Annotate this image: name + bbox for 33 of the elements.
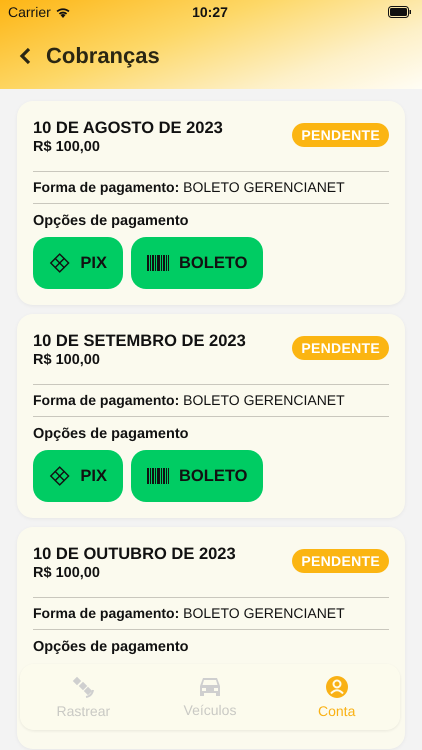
payment-method-text: Forma de pagamento: BOLETO GERENCIANET <box>33 178 346 197</box>
charge-date: 10 DE SETEMBRO DE 2023 <box>33 332 246 351</box>
wifi-icon <box>54 6 71 18</box>
options-title: Opções de pagamento <box>33 425 190 444</box>
status-badge: PENDENTE <box>292 336 389 360</box>
back-icon <box>18 47 32 65</box>
person-icon <box>324 675 349 699</box>
status-badge: PENDENTE <box>292 549 389 573</box>
options-title: Opções de pagamento <box>33 212 190 231</box>
boleto-button[interactable]: BOLETO <box>131 237 264 289</box>
clock-time: 10:27 <box>192 4 228 20</box>
barcode-icon <box>147 468 169 484</box>
status-badge: PENDENTE <box>292 123 389 147</box>
pix-icon <box>49 251 70 275</box>
charge-date: 10 DE AGOSTO DE 2023 <box>33 119 223 138</box>
car-icon <box>198 676 222 698</box>
carrier-text: Carrier <box>8 4 51 20</box>
options-title: Opções de pagamento <box>33 638 190 657</box>
barcode-icon <box>147 255 169 271</box>
back-button[interactable] <box>18 47 32 65</box>
payment-method-text: Forma de pagamento: BOLETO GERENCIANET <box>33 391 346 410</box>
payment-method-text: Forma de pagamento: BOLETO GERENCIANET <box>33 604 346 623</box>
satellite-icon <box>71 675 96 699</box>
pix-button[interactable]: PIX <box>33 450 123 502</box>
charge-date: 10 DE OUTUBRO DE 2023 <box>33 545 236 564</box>
page-title: Cobranças <box>46 43 160 69</box>
charge-amount: R$ 100,00 <box>33 565 101 581</box>
pix-icon <box>49 464 70 488</box>
battery-icon <box>388 6 412 18</box>
charge-amount: R$ 100,00 <box>33 139 101 155</box>
pix-button[interactable]: PIX <box>33 237 123 289</box>
charge-amount: R$ 100,00 <box>33 352 101 368</box>
boleto-button[interactable]: BOLETO <box>131 450 264 502</box>
